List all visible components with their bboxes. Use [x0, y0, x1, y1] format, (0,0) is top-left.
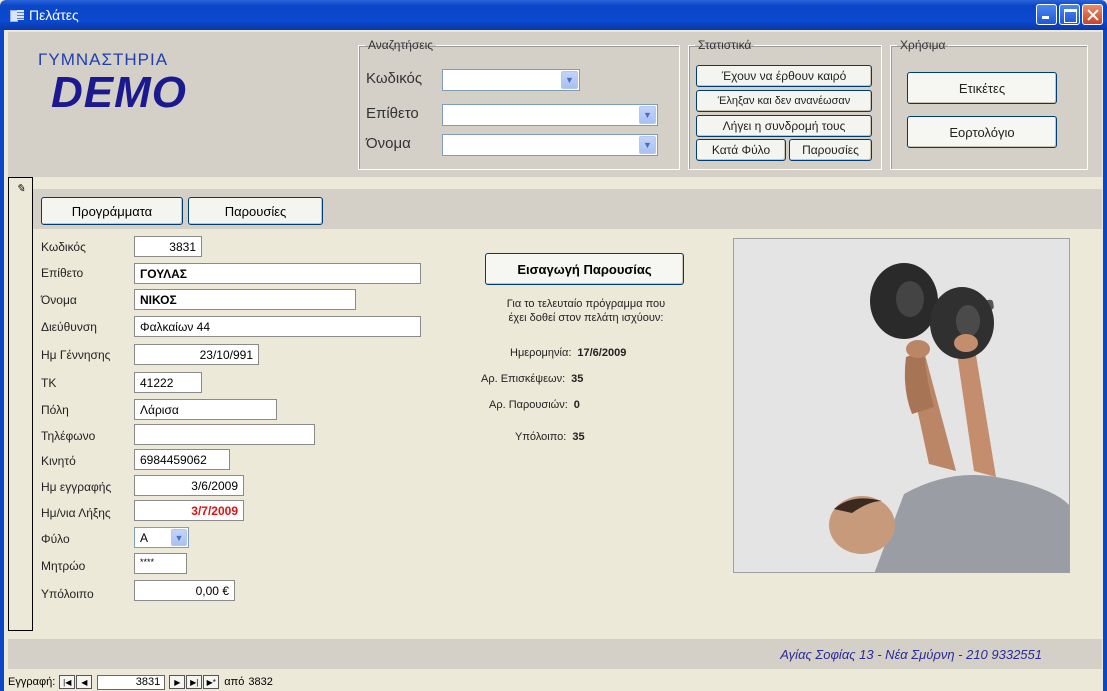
chevron-down-icon[interactable]: ▼: [171, 529, 187, 546]
name-field[interactable]: ΝΙΚΟΣ: [134, 289, 356, 310]
current-record-field[interactable]: 3831: [97, 674, 166, 690]
stats-expiring-button[interactable]: Λήγει η συνδρομή τους: [696, 115, 872, 137]
chevron-down-icon[interactable]: ▼: [639, 136, 656, 154]
balance-field[interactable]: 0,00 €: [134, 580, 235, 601]
minimize-button[interactable]: [1036, 4, 1057, 25]
presences-value: 0: [573, 399, 580, 411]
record-navigator: Εγγραφή: |◀ ◀ 3831 ▶ ▶| ▶* από 3832: [8, 673, 1102, 691]
visits-value: 35: [571, 373, 584, 385]
search-surname-label: Επίθετο: [366, 105, 419, 122]
pencil-icon: ✎: [16, 183, 26, 195]
program-note-line1: Για το τελευταίο πρόγραμμα που: [506, 298, 666, 310]
record-selector[interactable]: ✎: [8, 177, 33, 631]
tab-bar: Προγράμματα Παρουσίες: [33, 189, 1102, 229]
window-title: Πελάτες: [29, 7, 79, 23]
search-surname-combo[interactable]: ▼: [442, 104, 658, 126]
member-photo: [733, 238, 1070, 573]
stats-long-absent-button[interactable]: Έχουν να έρθουν καιρό: [696, 65, 872, 87]
stats-attendance-button[interactable]: Παρουσίες: [789, 139, 872, 161]
record-of-label: από: [224, 676, 245, 688]
balance-label: Υπόλοιπο: [41, 587, 94, 601]
previous-record-button[interactable]: ◀: [76, 675, 93, 689]
form-header: ΓΥΜΝΑΣΤΗΡΙΑ DEMO Αναζητήσεις Κωδικός ▼ Ε…: [8, 32, 1102, 177]
window-frame-left: [0, 30, 4, 691]
programs-button[interactable]: Προγράμματα: [41, 197, 183, 225]
search-name-label: Όνομα: [366, 135, 411, 152]
maximize-button[interactable]: [1059, 4, 1080, 25]
window-frame-right: [1103, 30, 1107, 691]
record-total: 3832: [248, 676, 273, 688]
program-note: Για το τελευταίο πρόγραμμα που έχει δοθε…: [466, 297, 706, 325]
chevron-down-icon[interactable]: ▼: [561, 71, 578, 89]
last-record-button[interactable]: ▶|: [186, 675, 203, 689]
chevron-down-icon[interactable]: ▼: [639, 106, 656, 124]
title-bar: Πελάτες: [0, 0, 1107, 30]
zip-field[interactable]: 41222: [134, 372, 202, 393]
code-label: Κωδικός: [41, 240, 86, 254]
logo-subtitle: ΓΥΜΝΑΣΤΗΡΙΑ: [38, 50, 169, 69]
city-label: Πόλη: [41, 403, 69, 417]
registration-date-label: Ημ εγγραφής: [41, 480, 112, 494]
presences-row: Αρ. Παρουσιών: 0: [489, 399, 580, 411]
address-label: Διεύθυνση: [41, 320, 97, 334]
gym-address: Αγίας Σοφίας 13 - Νέα Σμύρνη - 210 93325…: [780, 647, 1042, 662]
last-date-row: Ημερομηνία: 17/6/2009: [510, 347, 626, 359]
form-footer: Αγίας Σοφίας 13 - Νέα Σμύρνη - 210 93325…: [8, 639, 1102, 669]
namedays-button[interactable]: Εορτολόγιο: [907, 116, 1057, 148]
logo-title: DEMO: [51, 68, 187, 117]
last-date-label: Ημερομηνία:: [510, 347, 572, 359]
mobile-label: Κινητό: [41, 454, 76, 468]
visits-row: Αρ. Επισκέψεων: 35: [481, 373, 583, 385]
zip-label: ΤΚ: [41, 376, 57, 390]
weightlifter-illustration: [734, 239, 1069, 572]
search-code-combo[interactable]: ▼: [442, 69, 580, 91]
search-code-label: Κωδικός: [366, 70, 423, 87]
remaining-value: 35: [572, 431, 585, 443]
phone-field[interactable]: [134, 424, 315, 445]
record-label: Εγγραφή:: [8, 676, 56, 688]
gender-value: Α: [140, 530, 149, 545]
search-legend: Αναζητήσεις: [368, 38, 434, 52]
useful-legend: Χρήσιμα: [900, 38, 946, 52]
remaining-row: Υπόλοιπο: 35: [515, 431, 585, 443]
form-icon: [10, 9, 24, 22]
stats-by-gender-button[interactable]: Κατά Φύλο: [696, 139, 786, 161]
surname-field[interactable]: ΓΟΥΛΑΣ: [134, 263, 421, 284]
add-attendance-button[interactable]: Εισαγωγή Παρουσίας: [485, 253, 684, 285]
registry-field[interactable]: ****: [134, 553, 187, 574]
phone-label: Τηλέφωνο: [41, 429, 96, 443]
gender-label: Φύλο: [41, 532, 70, 546]
city-field[interactable]: Λάρισα: [134, 399, 277, 420]
labels-button[interactable]: Ετικέτες: [907, 72, 1057, 104]
next-record-button[interactable]: ▶: [169, 675, 186, 689]
attendance-tab-button[interactable]: Παρουσίες: [188, 197, 323, 225]
first-record-button[interactable]: |◀: [59, 675, 76, 689]
remaining-label: Υπόλοιπο:: [515, 431, 567, 443]
useful-group: Χρήσιμα: [890, 38, 1088, 170]
expiry-date-label: Ημ/νια Λήξης: [41, 506, 111, 520]
mobile-field[interactable]: 6984459062: [134, 449, 230, 470]
last-date-value: 17/6/2009: [577, 347, 627, 359]
registry-label: Μητρώο: [41, 559, 86, 573]
birthdate-field[interactable]: 23/10/991: [134, 344, 259, 365]
close-button[interactable]: [1082, 4, 1103, 25]
surname-label: Επίθετο: [41, 266, 84, 280]
birthdate-label: Ημ Γέννησης: [41, 348, 111, 362]
visits-label: Αρ. Επισκέψεων:: [481, 373, 566, 385]
code-field[interactable]: 3831: [134, 236, 202, 257]
gender-combo[interactable]: Α ▼: [134, 527, 189, 548]
registration-date-field[interactable]: 3/6/2009: [134, 475, 244, 496]
program-note-line2: έχει δοθεί στον πελάτη ισχύουν:: [508, 312, 664, 324]
name-label: Όνομα: [41, 293, 77, 307]
new-record-button[interactable]: ▶*: [203, 675, 220, 689]
presences-label: Αρ. Παρουσιών:: [489, 399, 568, 411]
stats-expired-button[interactable]: Έληξαν και δεν ανανέωσαν: [696, 90, 872, 112]
expiry-date-field[interactable]: 3/7/2009: [134, 500, 244, 521]
search-name-combo[interactable]: ▼: [442, 134, 658, 156]
address-field[interactable]: Φαλκαίων 44: [134, 316, 421, 337]
stats-legend: Στατιστικά: [698, 38, 752, 52]
